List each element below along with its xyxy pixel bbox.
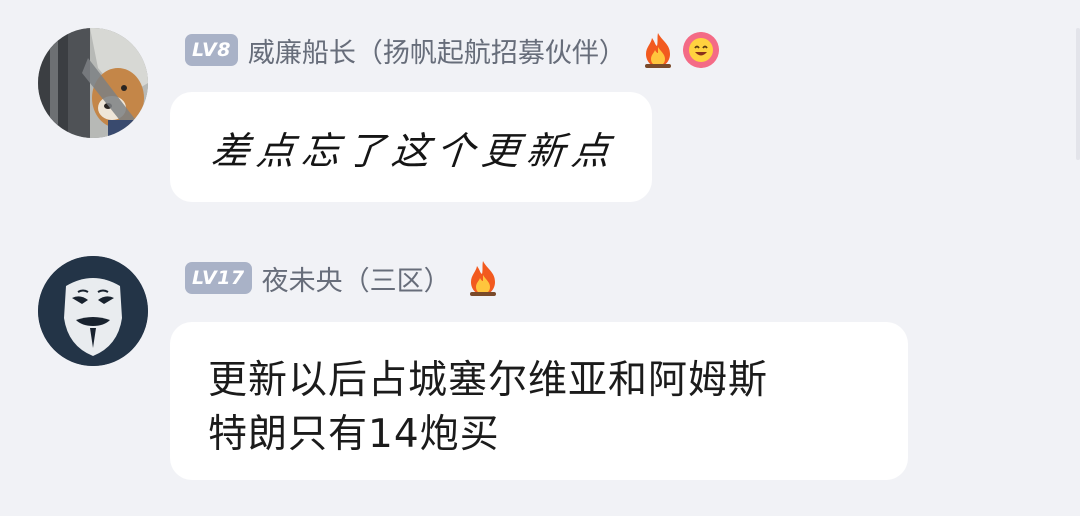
user-info: LV8 威廉船长（扬帆起航招募伙伴） — [185, 30, 719, 70]
message-bubble[interactable]: 更新以后占城塞尔维亚和阿姆斯 特朗只有14炮买 — [170, 322, 908, 480]
level-badge: LV8 — [185, 34, 238, 66]
fire-icon — [465, 259, 501, 297]
message-text-line: 更新以后占城塞尔维亚和阿姆斯 — [208, 358, 769, 403]
smiling-face-badge-icon — [682, 31, 719, 69]
chat-message: LV17 夜未央（三区） 更新以后占城塞尔维亚和阿姆斯 特朗只有14炮买 — [0, 248, 1080, 516]
username[interactable]: 夜未央（三区） — [262, 259, 451, 298]
avatar[interactable] — [38, 256, 148, 366]
user-info: LV17 夜未央（三区） — [185, 258, 501, 298]
message-bubble[interactable]: 差点忘了这个更新点 — [170, 92, 652, 202]
level-badge: LV17 — [185, 262, 252, 294]
chat-message: LV8 威廉船长（扬帆起航招募伙伴） 差点忘了这个更新点 — [0, 0, 1080, 230]
avatar[interactable] — [38, 28, 148, 138]
message-text-line: 特朗只有14炮买 — [208, 412, 500, 457]
message-text: 差点忘了这个更新点 — [209, 128, 619, 173]
fire-icon — [640, 31, 676, 69]
username[interactable]: 威廉船长（扬帆起航招募伙伴） — [248, 31, 626, 70]
